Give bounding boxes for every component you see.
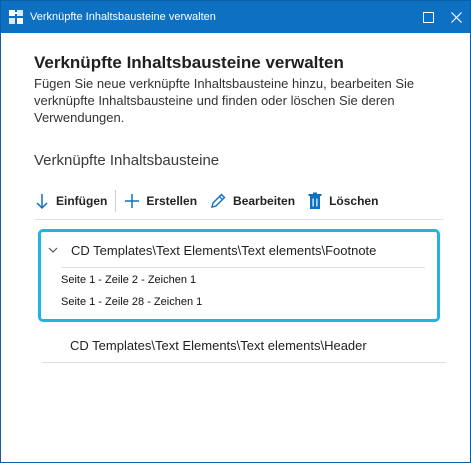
insert-label: Einfügen bbox=[56, 194, 108, 208]
delete-button[interactable]: Löschen bbox=[307, 192, 378, 210]
divider bbox=[61, 267, 425, 268]
arrow-down-icon bbox=[36, 194, 48, 210]
chevron-down-icon[interactable] bbox=[48, 245, 58, 255]
trash-icon bbox=[308, 192, 322, 209]
linked-block-footnote[interactable]: CD Templates\Text Elements\Text elements… bbox=[38, 229, 440, 322]
linked-block-path: CD Templates\Text Elements\Text elements… bbox=[71, 242, 377, 258]
create-button[interactable]: Erstellen bbox=[124, 193, 197, 209]
close-button[interactable] bbox=[442, 1, 470, 33]
maximize-button[interactable] bbox=[414, 1, 442, 33]
pencil-icon bbox=[211, 193, 226, 208]
insert-button[interactable]: Einfügen bbox=[34, 192, 107, 210]
dialog-content: Verknüpfte Inhaltsbausteine verwalten Fü… bbox=[1, 33, 470, 462]
toolbar-separator bbox=[115, 190, 117, 212]
linked-block-header[interactable]: CD Templates\Text Elements\Text elements… bbox=[42, 329, 446, 363]
close-icon bbox=[450, 11, 462, 23]
usage-item[interactable]: Seite 1 - Zeile 28 - Zeichen 1 bbox=[61, 296, 202, 308]
title-bar[interactable]: Verknüpfte Inhaltsbausteine verwalten bbox=[1, 1, 470, 33]
edit-button[interactable]: Bearbeiten bbox=[209, 192, 295, 210]
toolbar: Einfügen Erstellen Bearbeiten Löschen bbox=[34, 183, 444, 220]
app-icon bbox=[9, 10, 23, 24]
tree-item-header[interactable]: CD Templates\Text Elements\Text elements… bbox=[41, 239, 437, 261]
panel-heading: Verknüpfte Inhaltsbausteine verwalten bbox=[34, 53, 344, 72]
create-label: Erstellen bbox=[146, 194, 198, 208]
linked-block-path: CD Templates\Text Elements\Text elements… bbox=[70, 338, 367, 353]
panel-description: Fügen Sie neue verknüpfte Inhaltsbaustei… bbox=[34, 76, 415, 125]
maximize-icon bbox=[422, 11, 434, 23]
edit-label: Bearbeiten bbox=[233, 194, 296, 208]
usage-item[interactable]: Seite 1 - Zeile 2 - Zeichen 1 bbox=[61, 274, 196, 286]
section-label: Verknüpfte Inhaltsbausteine bbox=[34, 152, 220, 169]
plus-icon bbox=[125, 194, 140, 208]
dialog-window: Verknüpfte Inhaltsbausteine verwalten Ve… bbox=[0, 0, 471, 463]
window-title: Verknüpfte Inhaltsbausteine verwalten bbox=[30, 11, 216, 23]
delete-label: Löschen bbox=[329, 194, 379, 208]
